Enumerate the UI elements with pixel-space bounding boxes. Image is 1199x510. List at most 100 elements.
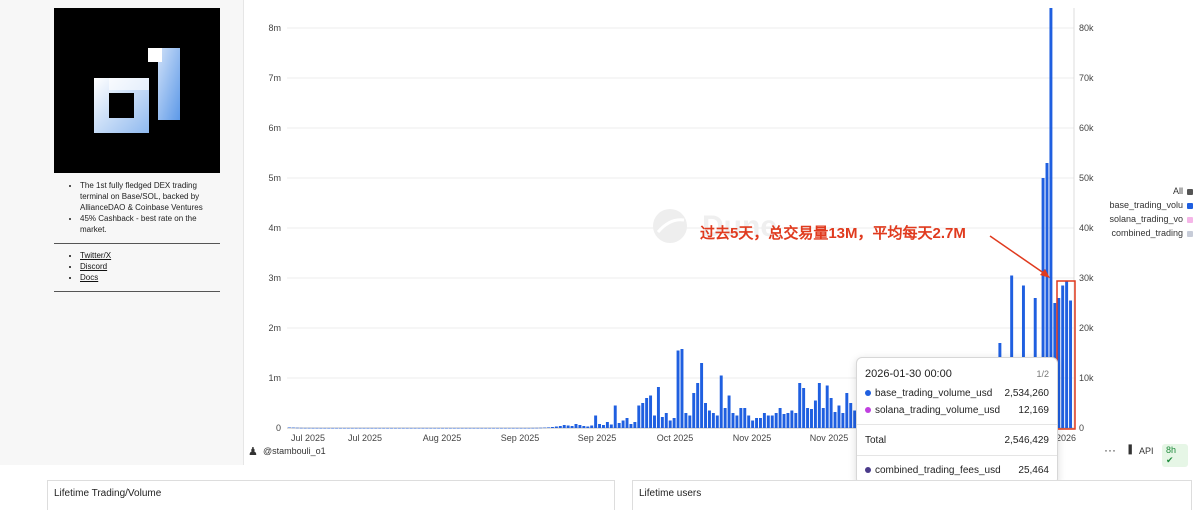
- legend-item[interactable]: solana_trading_vo: [1109, 212, 1193, 226]
- bar[interactable]: [747, 415, 751, 429]
- bar[interactable]: [660, 417, 664, 428]
- bar[interactable]: [527, 427, 531, 429]
- bar[interactable]: [445, 427, 448, 429]
- bar[interactable]: [1065, 280, 1069, 429]
- bar[interactable]: [543, 427, 547, 429]
- bar[interactable]: [707, 410, 711, 429]
- bar[interactable]: [362, 427, 366, 429]
- bar[interactable]: [331, 427, 335, 429]
- bar[interactable]: [829, 398, 833, 428]
- bar[interactable]: [837, 405, 841, 429]
- bar[interactable]: [574, 424, 578, 428]
- bar[interactable]: [755, 418, 759, 428]
- bar[interactable]: [295, 427, 299, 429]
- bar[interactable]: [833, 412, 837, 428]
- bar[interactable]: [570, 426, 574, 428]
- bar[interactable]: [778, 408, 782, 428]
- bar[interactable]: [480, 427, 484, 429]
- bar[interactable]: [617, 423, 621, 428]
- bar[interactable]: [468, 427, 472, 429]
- more-icon[interactable]: ···: [1104, 443, 1116, 457]
- bar[interactable]: [393, 427, 397, 429]
- bar[interactable]: [719, 375, 723, 429]
- bar[interactable]: [821, 408, 825, 428]
- bar[interactable]: [511, 427, 515, 429]
- bar[interactable]: [790, 410, 794, 429]
- bar[interactable]: [327, 427, 331, 429]
- bar[interactable]: [625, 418, 629, 428]
- author-handle[interactable]: @stambouli_o1: [263, 446, 326, 456]
- bar[interactable]: [759, 418, 762, 428]
- bar[interactable]: [743, 408, 747, 428]
- bar[interactable]: [688, 415, 692, 429]
- bar[interactable]: [299, 427, 303, 429]
- bar[interactable]: [315, 427, 319, 429]
- bar[interactable]: [366, 427, 370, 429]
- bar[interactable]: [476, 427, 480, 429]
- bar[interactable]: [358, 427, 362, 429]
- bar[interactable]: [374, 427, 378, 429]
- bar[interactable]: [664, 413, 668, 428]
- bar[interactable]: [641, 403, 645, 428]
- bar[interactable]: [806, 408, 810, 428]
- bar[interactable]: [425, 427, 429, 429]
- bar[interactable]: [676, 350, 680, 429]
- bar[interactable]: [409, 427, 413, 429]
- bar[interactable]: [429, 427, 433, 429]
- bar[interactable]: [460, 427, 464, 429]
- bar[interactable]: [390, 427, 393, 429]
- bar[interactable]: [319, 427, 323, 429]
- bar[interactable]: [307, 427, 311, 429]
- bar[interactable]: [711, 413, 715, 428]
- bar[interactable]: [672, 418, 676, 428]
- bar[interactable]: [562, 425, 566, 428]
- bar[interactable]: [727, 395, 731, 429]
- bar[interactable]: [629, 424, 633, 428]
- bar[interactable]: [582, 426, 586, 428]
- bar[interactable]: [335, 427, 339, 429]
- refresh-badge[interactable]: 8h ✔: [1162, 444, 1188, 467]
- bar[interactable]: [405, 427, 409, 429]
- bar[interactable]: [841, 413, 845, 428]
- bar[interactable]: [496, 427, 499, 429]
- bar[interactable]: [437, 427, 441, 429]
- bar[interactable]: [499, 427, 503, 429]
- bar[interactable]: [448, 427, 452, 429]
- bar[interactable]: [825, 385, 829, 429]
- bar[interactable]: [507, 427, 511, 429]
- bar[interactable]: [731, 413, 735, 428]
- bar[interactable]: [378, 427, 382, 429]
- bar[interactable]: [519, 427, 523, 429]
- bar[interactable]: [554, 426, 558, 429]
- bar[interactable]: [339, 427, 342, 429]
- bar[interactable]: [417, 427, 421, 429]
- bar[interactable]: [456, 427, 460, 429]
- bar[interactable]: [342, 427, 346, 429]
- bar[interactable]: [613, 405, 617, 429]
- bar[interactable]: [653, 415, 656, 429]
- bar[interactable]: [382, 427, 386, 429]
- bar[interactable]: [735, 415, 739, 429]
- bar[interactable]: [598, 424, 602, 428]
- bar[interactable]: [484, 427, 488, 429]
- bar[interactable]: [645, 398, 649, 428]
- bar[interactable]: [700, 363, 704, 428]
- bar[interactable]: [715, 415, 719, 429]
- legend-all[interactable]: All: [1109, 184, 1193, 198]
- bar[interactable]: [668, 420, 672, 429]
- bar[interactable]: [401, 427, 405, 429]
- bar[interactable]: [550, 427, 554, 428]
- bar[interactable]: [723, 408, 727, 428]
- bar[interactable]: [770, 415, 774, 429]
- bar[interactable]: [586, 426, 590, 429]
- legend-item[interactable]: combined_trading: [1109, 226, 1193, 240]
- bar[interactable]: [621, 420, 625, 429]
- bar[interactable]: [397, 427, 401, 429]
- bar[interactable]: [350, 427, 354, 429]
- bar[interactable]: [488, 427, 492, 429]
- bar[interactable]: [649, 395, 653, 429]
- bar[interactable]: [696, 383, 700, 428]
- bar[interactable]: [739, 408, 743, 428]
- bar[interactable]: [288, 427, 291, 429]
- bar[interactable]: [798, 383, 802, 428]
